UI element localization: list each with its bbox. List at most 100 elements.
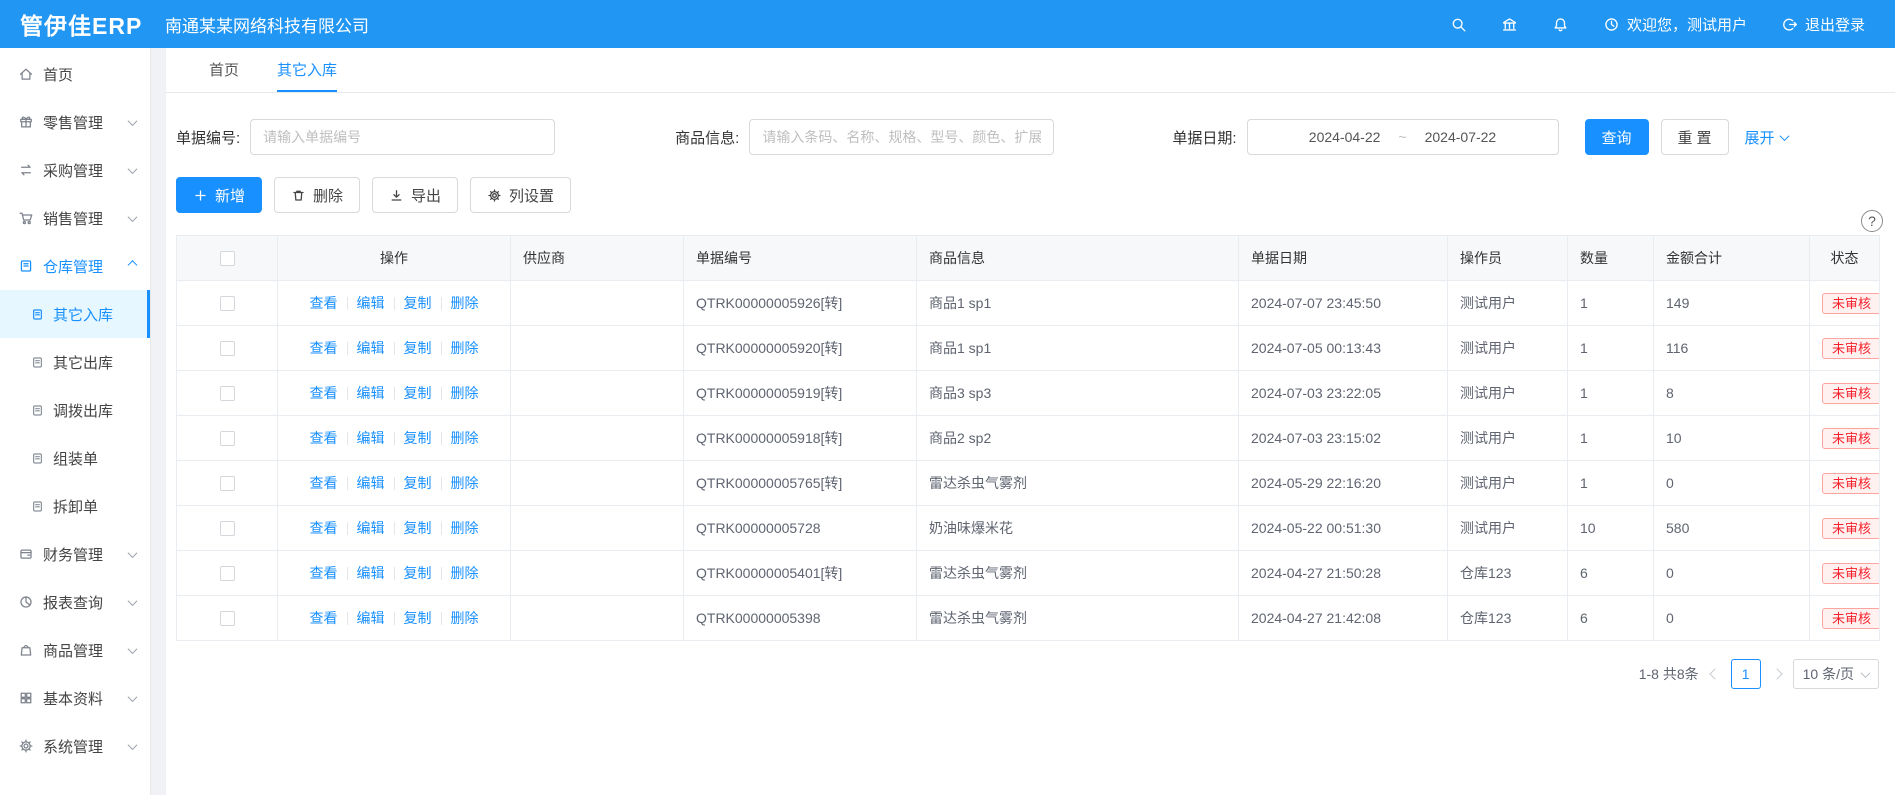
view-link[interactable]: 查看 <box>310 383 338 403</box>
sidebar-item-system[interactable]: 系统管理 <box>0 722 150 770</box>
sidebar-item-finance[interactable]: 财务管理 <box>0 530 150 578</box>
view-link[interactable]: 查看 <box>310 428 338 448</box>
page-number-button[interactable]: 1 <box>1731 659 1761 689</box>
reset-button[interactable]: 重置 <box>1661 119 1729 155</box>
submenu-item-label: 组装单 <box>53 448 98 469</box>
logout-button[interactable]: 退出登录 <box>1781 14 1865 35</box>
delete-link[interactable]: 删除 <box>451 338 479 358</box>
submenu-item-assembly[interactable]: 组装单 <box>0 434 150 482</box>
submenu-item-disassembly[interactable]: 拆卸单 <box>0 482 150 530</box>
submenu-item-transfer-outbound[interactable]: 调拨出库 <box>0 386 150 434</box>
row-checkbox[interactable] <box>220 296 235 311</box>
sidebar-item-retail[interactable]: 零售管理 <box>0 98 150 146</box>
next-page-icon[interactable] <box>1771 668 1782 679</box>
status-badge: 未审核 <box>1822 383 1880 404</box>
submenu-item-label: 其它出库 <box>53 352 113 373</box>
view-link[interactable]: 查看 <box>310 338 338 358</box>
row-checkbox[interactable] <box>220 386 235 401</box>
status-badge: 未审核 <box>1822 293 1880 314</box>
content-panel: 首页 其它入库 单据编号: 商品信息: 单据日期: 2024-04-22 ~ 2… <box>166 48 1895 795</box>
expand-label: 展开 <box>1745 127 1775 148</box>
copy-link[interactable]: 复制 <box>404 428 432 448</box>
bell-icon[interactable] <box>1552 16 1569 33</box>
search-icon[interactable] <box>1450 16 1467 33</box>
chevron-down-icon <box>128 164 138 174</box>
sidebar-item-warehouse[interactable]: 仓库管理 <box>0 242 150 290</box>
select-all-checkbox[interactable] <box>220 251 235 266</box>
edit-link[interactable]: 编辑 <box>357 518 385 538</box>
delete-link[interactable]: 删除 <box>451 518 479 538</box>
view-link[interactable]: 查看 <box>310 608 338 628</box>
chevron-down-icon <box>128 740 138 750</box>
bank-icon[interactable] <box>1501 16 1518 33</box>
sidebar-item-home[interactable]: 首页 <box>0 50 150 98</box>
copy-link[interactable]: 复制 <box>404 383 432 403</box>
row-checkbox[interactable] <box>220 341 235 356</box>
edit-link[interactable]: 编辑 <box>357 293 385 313</box>
export-button[interactable]: 导出 <box>372 177 458 213</box>
welcome-text: 欢迎您，测试用户 <box>1627 14 1747 35</box>
delete-button[interactable]: 删除 <box>274 177 360 213</box>
copy-link[interactable]: 复制 <box>404 338 432 358</box>
edit-link[interactable]: 编辑 <box>357 563 385 583</box>
col-header-product: 商品信息 <box>917 236 1239 281</box>
row-checkbox[interactable] <box>220 476 235 491</box>
edit-link[interactable]: 编辑 <box>357 338 385 358</box>
copy-link[interactable]: 复制 <box>404 473 432 493</box>
edit-link[interactable]: 编辑 <box>357 473 385 493</box>
search-button[interactable]: 查询 <box>1585 119 1649 155</box>
submenu-item-label: 调拨出库 <box>53 400 113 421</box>
gear-icon <box>18 738 34 754</box>
edit-link[interactable]: 编辑 <box>357 383 385 403</box>
prev-page-icon[interactable] <box>1709 668 1720 679</box>
table-row: 查看 编辑 复制 删除 QTRK00000005919[转] 商品3 sp3 2… <box>177 371 1880 416</box>
row-checkbox[interactable] <box>220 566 235 581</box>
date-to[interactable]: 2024-07-22 <box>1425 129 1497 145</box>
delete-link[interactable]: 删除 <box>451 428 479 448</box>
copy-link[interactable]: 复制 <box>404 563 432 583</box>
expand-link[interactable]: 展开 <box>1745 127 1788 148</box>
column-settings-button[interactable]: 列设置 <box>470 177 571 213</box>
row-checkbox[interactable] <box>220 611 235 626</box>
copy-link[interactable]: 复制 <box>404 608 432 628</box>
submenu-item-other-inbound[interactable]: 其它入库 <box>0 290 150 338</box>
col-header-supplier: 供应商 <box>511 236 684 281</box>
sidebar-item-label: 商品管理 <box>43 640 103 661</box>
delete-link[interactable]: 删除 <box>451 563 479 583</box>
sidebar-item-basic-data[interactable]: 基本资料 <box>0 674 150 722</box>
date-from[interactable]: 2024-04-22 <box>1309 129 1381 145</box>
export-label: 导出 <box>411 185 441 206</box>
view-link[interactable]: 查看 <box>310 518 338 538</box>
view-link[interactable]: 查看 <box>310 563 338 583</box>
sidebar-item-goods[interactable]: 商品管理 <box>0 626 150 674</box>
delete-label: 删除 <box>313 185 343 206</box>
bill-no-input[interactable] <box>250 119 555 155</box>
welcome-user[interactable]: 欢迎您，测试用户 <box>1603 14 1747 35</box>
delete-link[interactable]: 删除 <box>451 608 479 628</box>
view-link[interactable]: 查看 <box>310 473 338 493</box>
product-cell: 雷达杀虫气雾剂 <box>917 551 1239 596</box>
delete-link[interactable]: 删除 <box>451 473 479 493</box>
submenu-item-other-outbound[interactable]: 其它出库 <box>0 338 150 386</box>
product-info-input[interactable] <box>749 119 1054 155</box>
sidebar-item-purchase[interactable]: 采购管理 <box>0 146 150 194</box>
add-button[interactable]: 新增 <box>176 177 262 213</box>
edit-link[interactable]: 编辑 <box>357 428 385 448</box>
view-link[interactable]: 查看 <box>310 293 338 313</box>
copy-link[interactable]: 复制 <box>404 518 432 538</box>
row-checkbox[interactable] <box>220 521 235 536</box>
page-size-select[interactable]: 10 条/页 <box>1793 659 1879 689</box>
tab-other-inbound[interactable]: 其它入库 <box>277 48 337 92</box>
sidebar-item-reports[interactable]: 报表查询 <box>0 578 150 626</box>
delete-link[interactable]: 删除 <box>451 293 479 313</box>
help-icon[interactable]: ? <box>1861 210 1883 232</box>
edit-link[interactable]: 编辑 <box>357 608 385 628</box>
status-badge: 未审核 <box>1822 608 1880 629</box>
qty-cell: 6 <box>1568 551 1654 596</box>
row-checkbox[interactable] <box>220 431 235 446</box>
sidebar-item-sales[interactable]: 销售管理 <box>0 194 150 242</box>
copy-link[interactable]: 复制 <box>404 293 432 313</box>
date-range-picker[interactable]: 2024-04-22 ~ 2024-07-22 <box>1247 119 1559 155</box>
tab-home[interactable]: 首页 <box>209 48 239 92</box>
delete-link[interactable]: 删除 <box>451 383 479 403</box>
